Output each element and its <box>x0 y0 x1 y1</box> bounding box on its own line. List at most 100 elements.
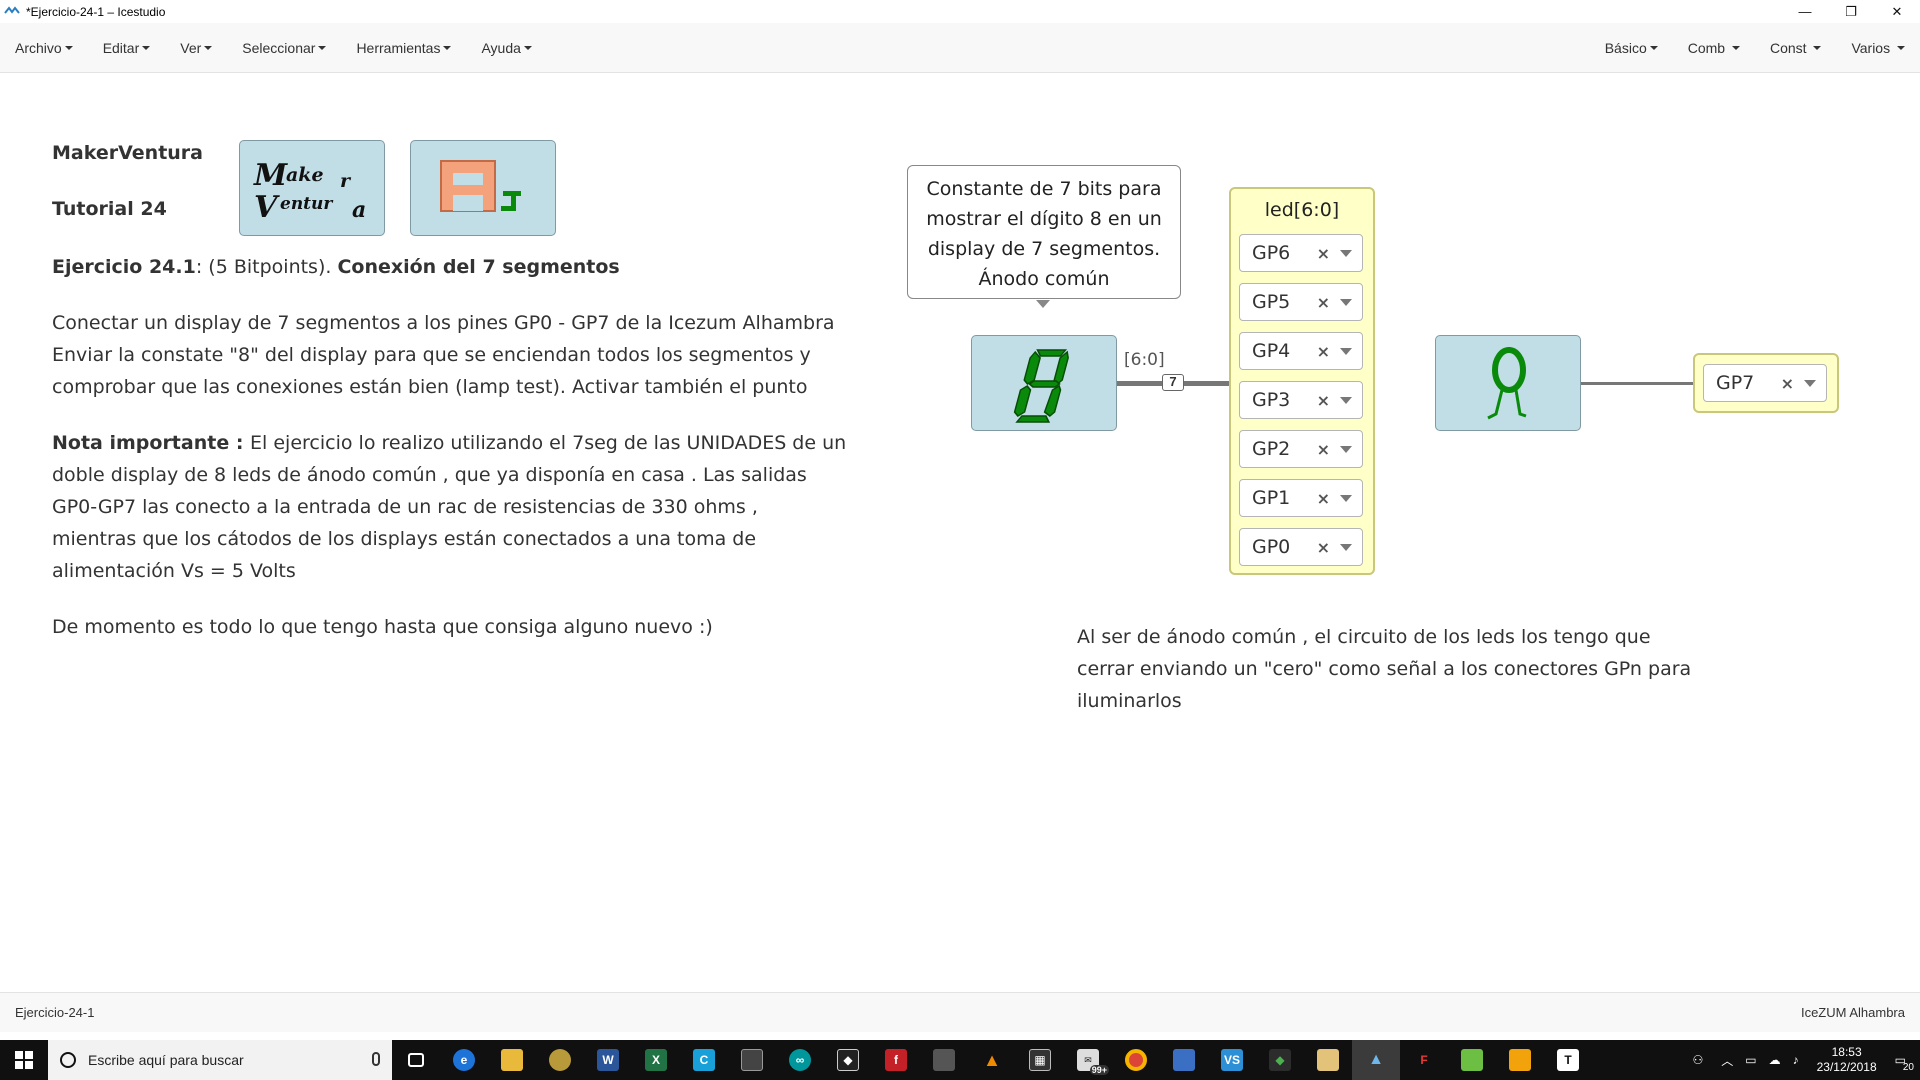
vscode-icon[interactable]: VS <box>1208 1040 1256 1080</box>
chevron-down-icon[interactable] <box>1340 298 1352 306</box>
menu-herramientas[interactable]: Herramientas <box>341 23 466 73</box>
constant-0-block[interactable] <box>1435 335 1581 431</box>
close-button[interactable]: ✕ <box>1874 0 1920 23</box>
note-text: El ejercicio lo realizo utilizando el 7s… <box>250 432 847 454</box>
chevron-down-icon[interactable] <box>1340 494 1352 502</box>
edge-icon[interactable]: e <box>440 1040 488 1080</box>
window-title: *Ejercicio-24-1 – Icestudio <box>26 4 166 19</box>
pin-select-gp7[interactable]: GP7 × <box>1703 364 1827 402</box>
bus-size-badge: 7 <box>1162 374 1184 391</box>
clear-icon[interactable]: × <box>1317 440 1330 459</box>
right-comment-line1: Al ser de ánodo común , el circuito de l… <box>1077 626 1651 648</box>
clear-icon[interactable]: × <box>1317 538 1330 557</box>
menu-const[interactable]: Const <box>1755 23 1836 73</box>
menu-archivo[interactable]: Archivo <box>0 23 88 73</box>
clear-icon[interactable]: × <box>1317 293 1330 312</box>
inkscape-icon[interactable]: ◆ <box>824 1040 872 1080</box>
pin-select-gp3[interactable]: GP3 × <box>1239 381 1363 419</box>
menu-ver[interactable]: Ver <box>165 23 227 73</box>
menu-varios[interactable]: Varios <box>1836 23 1920 73</box>
word-icon[interactable]: W <box>584 1040 632 1080</box>
menu-ayuda[interactable]: Ayuda <box>466 23 546 73</box>
clock-date: 23/12/2018 <box>1816 1060 1877 1074</box>
git-app-icon[interactable]: ◆ <box>1256 1040 1304 1080</box>
menu-label: Herramientas <box>356 40 441 56</box>
pin-select-gp1[interactable]: GP1 × <box>1239 479 1363 517</box>
arduino-icon[interactable]: ∞ <box>776 1040 824 1080</box>
file-explorer-icon[interactable] <box>488 1040 536 1080</box>
menu-comb[interactable]: Comb <box>1673 23 1755 73</box>
exercise-points: : (5 Bitpoints). <box>195 256 338 278</box>
chevron-down-icon[interactable] <box>1340 249 1352 257</box>
menu-basico[interactable]: Básico <box>1590 23 1673 73</box>
chevron-down-icon[interactable] <box>1340 396 1352 404</box>
note-line2: doble display de 8 leds de ánodo común ,… <box>52 464 807 486</box>
icestudio-taskbar-icon[interactable]: ▲ <box>1352 1040 1400 1080</box>
start-button[interactable] <box>0 1040 48 1080</box>
remote-app-icon[interactable] <box>1160 1040 1208 1080</box>
bit-wire[interactable] <box>1581 382 1693 385</box>
windows-taskbar: Escribe aquí para buscar e W X C ∞ ◆ f ▲… <box>0 1040 1920 1080</box>
right-comment-line3: iluminarlos <box>1077 690 1182 712</box>
taskbar-search-box[interactable]: Escribe aquí para buscar <box>48 1040 392 1080</box>
menu-seleccionar[interactable]: Seleccionar <box>227 23 341 73</box>
note-label: Nota importante : <box>52 432 251 454</box>
onedrive-icon[interactable]: ☁ <box>1769 1053 1781 1067</box>
minimize-button[interactable]: — <box>1782 0 1828 23</box>
notifications-count: 20 <box>1902 1062 1914 1073</box>
zero-bit-icon <box>1487 347 1527 420</box>
board-name[interactable]: IceZUM Alhambra <box>1801 1005 1905 1020</box>
fritzing-icon[interactable]: f <box>872 1040 920 1080</box>
aj-logo-block[interactable] <box>410 140 556 236</box>
calculator-icon[interactable]: ▦ <box>1016 1040 1064 1080</box>
clear-icon[interactable]: × <box>1317 489 1330 508</box>
menu-label: Editar <box>102 40 140 56</box>
network-app-icon[interactable] <box>920 1040 968 1080</box>
clear-icon[interactable]: × <box>1317 342 1330 361</box>
clock[interactable]: 18:53 23/12/2018 <box>1817 1045 1877 1075</box>
makerventura-logo-icon: M ake r V entur a <box>253 158 366 225</box>
typora-icon[interactable]: T <box>1544 1040 1592 1080</box>
task-view-icon[interactable] <box>392 1040 440 1080</box>
clear-icon[interactable]: × <box>1781 374 1794 393</box>
constant-comment[interactable]: Constante de 7 bits para mostrar el dígi… <box>907 165 1181 299</box>
note-line4: mientras que los cátodos de los displays… <box>52 528 757 550</box>
microphone-icon[interactable] <box>372 1052 380 1066</box>
notepad-icon[interactable] <box>1448 1040 1496 1080</box>
pin-select-gp5[interactable]: GP5 × <box>1239 283 1363 321</box>
chevron-down-icon[interactable] <box>1340 543 1352 551</box>
mail-icon[interactable]: ✉ 99+ <box>1064 1040 1112 1080</box>
clear-icon[interactable]: × <box>1317 391 1330 410</box>
pin-select-gp0[interactable]: GP0 × <box>1239 528 1363 566</box>
menu-label: Comb <box>1687 40 1726 56</box>
pin-select-gp6[interactable]: GP6 × <box>1239 234 1363 272</box>
menu-label: Básico <box>1604 40 1647 56</box>
menu-editar[interactable]: Editar <box>88 23 166 73</box>
pin-select-gp4[interactable]: GP4 × <box>1239 332 1363 370</box>
foxit-icon[interactable]: F <box>1400 1040 1448 1080</box>
people-icon[interactable]: ⚇ <box>1692 1053 1703 1067</box>
aj-logo-icon <box>440 160 521 212</box>
archive-icon[interactable] <box>1304 1040 1352 1080</box>
excel-icon[interactable]: X <box>632 1040 680 1080</box>
notifications-icon[interactable]: ▭ 20 <box>1895 1053 1914 1073</box>
chevron-down-icon[interactable] <box>1804 379 1816 387</box>
constant-8-block[interactable] <box>971 335 1117 431</box>
shield-icon[interactable] <box>1496 1040 1544 1080</box>
volume-icon[interactable]: ♪ <box>1793 1053 1799 1067</box>
chevron-up-icon[interactable]: ︿ <box>1721 1052 1733 1069</box>
svg-text:r: r <box>340 170 352 192</box>
vlc-icon[interactable]: ▲ <box>968 1040 1016 1080</box>
pin-select-gp2[interactable]: GP2 × <box>1239 430 1363 468</box>
ccleaner-icon[interactable]: C <box>680 1040 728 1080</box>
chevron-down-icon[interactable] <box>1340 347 1352 355</box>
chevron-down-icon[interactable] <box>1340 445 1352 453</box>
makerventura-logo-block[interactable]: M ake r V entur a <box>239 140 385 236</box>
clear-icon[interactable]: × <box>1317 244 1330 263</box>
chrome-icon[interactable] <box>1112 1040 1160 1080</box>
globe-app-icon[interactable] <box>536 1040 584 1080</box>
media-app-icon[interactable] <box>728 1040 776 1080</box>
network-icon[interactable]: ▭ <box>1745 1053 1756 1067</box>
design-canvas[interactable]: MakerVentura Tutorial 24 M ake r V entur… <box>0 74 1920 992</box>
restore-button[interactable]: ❐ <box>1828 0 1874 23</box>
